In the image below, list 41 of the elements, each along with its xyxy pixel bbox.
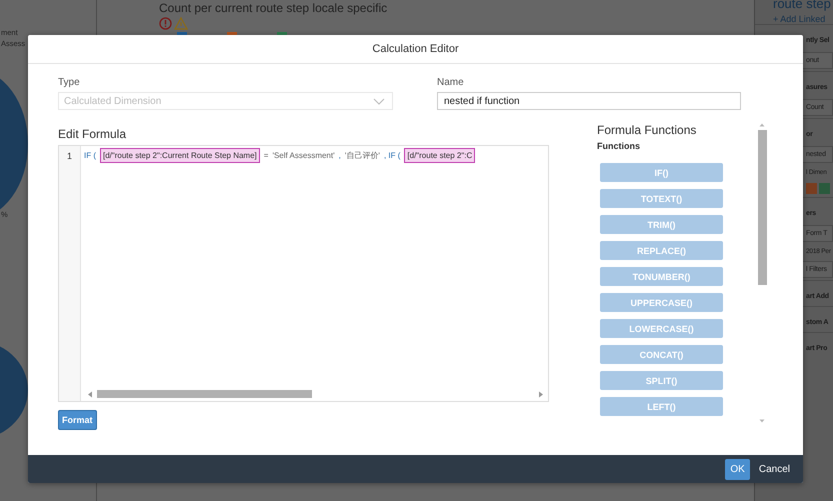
section-title: Formula Functions (597, 123, 698, 137)
scroll-down-icon[interactable] (759, 419, 765, 423)
section-title: Edit Formula (58, 127, 128, 141)
warning-icon (174, 17, 188, 30)
cancel-button[interactable]: Cancel (754, 458, 795, 480)
add-link[interactable]: + Add Linked (755, 14, 833, 24)
code-token: IF ( (84, 151, 96, 160)
function-button[interactable]: LEFT() (600, 397, 723, 416)
field-token: [d/"route step 2":Current Route Step Name] (100, 148, 260, 163)
color-swatch[interactable] (819, 183, 830, 194)
dialog-title: Calculation Editor (372, 43, 459, 55)
code-token: '自己评价' (344, 150, 380, 161)
field-label: Type (58, 77, 81, 88)
function-button[interactable]: TONUMBER() (600, 267, 723, 286)
function-button[interactable]: CONCAT() (600, 345, 723, 364)
format-button[interactable]: Format (58, 410, 97, 430)
scroll-right-icon[interactable] (538, 390, 544, 398)
scroll-up-icon[interactable] (759, 123, 765, 127)
function-button[interactable]: UPPERCASE() (600, 293, 723, 312)
line-number: 1 (66, 151, 72, 163)
code-token: , IF ( (384, 151, 400, 160)
function-button[interactable]: TRIM() (600, 215, 723, 234)
function-button[interactable]: TOTEXT() (600, 189, 723, 208)
function-button[interactable]: IF() (600, 163, 723, 182)
list-heading: Functions (597, 141, 641, 151)
function-button[interactable]: REPLACE() (600, 241, 723, 260)
code-token: , (338, 151, 341, 160)
chart-title: Count per current route step locale specific (159, 1, 388, 15)
chevron-down-icon (373, 98, 385, 104)
formula-editor[interactable]: 1 IF ( [d/"route step 2":Current Route Step Name] = 'Self Assessment' , '自己评价' , IF ( [d/"route step 2":C (58, 145, 549, 402)
color-swatch[interactable] (806, 183, 817, 194)
name-input[interactable]: nested if function (437, 92, 741, 110)
ok-button[interactable]: OK (725, 458, 750, 480)
function-button[interactable]: SPLIT() (600, 371, 723, 390)
function-button[interactable]: LOWERCASE() (600, 319, 723, 338)
error-icon (159, 17, 172, 30)
scroll-left-icon[interactable] (87, 390, 93, 398)
field-label: Name (437, 77, 465, 88)
code-token: = (264, 151, 268, 160)
field-token: [d/"route step 2":C (404, 148, 476, 163)
code-token: 'Self Assessment' (272, 151, 335, 160)
